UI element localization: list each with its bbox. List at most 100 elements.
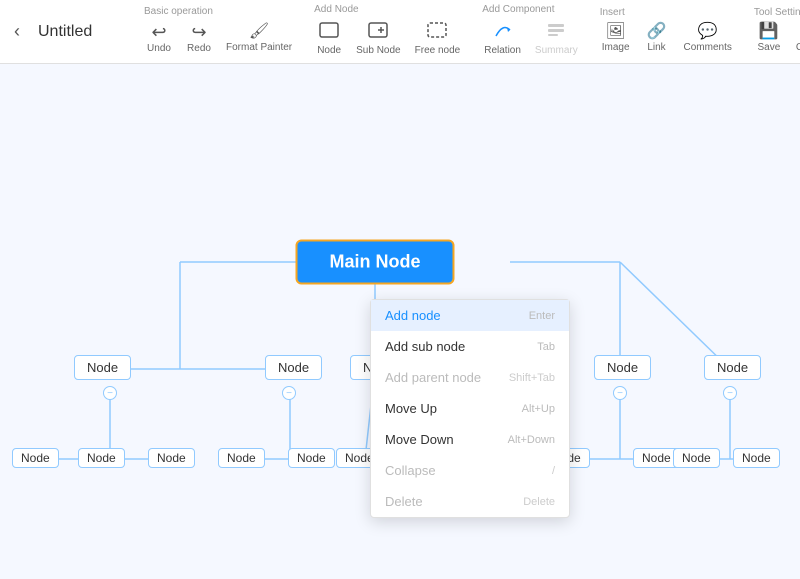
free-node-icon: [427, 21, 447, 43]
context-menu: Add node Enter Add sub node Tab Add pare…: [370, 299, 570, 518]
node-right-1[interactable]: Node: [594, 355, 651, 380]
node-left-2[interactable]: Node: [265, 355, 322, 380]
relation-label: Relation: [484, 45, 521, 56]
comments-label: Comments: [684, 42, 732, 53]
context-menu-add-sub-node[interactable]: Add sub node Tab: [371, 331, 569, 362]
group-basic-operation-label: Basic operation: [140, 6, 213, 17]
toolbar: ‹ Untitled Basic operation ↩ Undo ↪ Redo…: [0, 0, 800, 64]
relation-icon: [493, 21, 513, 43]
node-label: Node: [682, 451, 711, 465]
collapse-dot-1[interactable]: −: [103, 386, 117, 400]
node-label: Node: [227, 451, 256, 465]
undo-button[interactable]: ↩ Undo: [140, 19, 178, 58]
group-tool-settings-label: Tool Settings: [750, 7, 800, 18]
image-button[interactable]: 🖼 Image: [596, 20, 636, 57]
sub-node-icon: [368, 21, 388, 43]
node-ll-3[interactable]: Node: [148, 448, 195, 468]
group-add-node-label: Add Node: [310, 4, 358, 15]
summary-button[interactable]: Summary: [529, 17, 584, 60]
context-menu-collapse-shortcut: /: [552, 465, 555, 477]
collapse-dot-3[interactable]: −: [613, 386, 627, 400]
image-label: Image: [602, 42, 630, 53]
main-node[interactable]: Main Node: [295, 240, 454, 285]
node-label: Node: [642, 451, 671, 465]
node-lm-1[interactable]: Node: [218, 448, 265, 468]
page-title: Untitled: [30, 23, 100, 41]
node-label: Node: [317, 45, 341, 56]
link-icon: 🔗: [647, 24, 667, 40]
node-ll-2[interactable]: Node: [78, 448, 125, 468]
save-label: Save: [757, 42, 780, 53]
collapse-dot-2[interactable]: −: [282, 386, 296, 400]
sub-node-button[interactable]: Sub Node: [350, 17, 406, 60]
format-painter-label: Format Painter: [226, 42, 292, 53]
context-menu-collapse-label: Collapse: [385, 463, 436, 478]
group-insert-label: Insert: [596, 7, 625, 18]
context-menu-delete-label: Delete: [385, 494, 423, 509]
group-insert-items: 🖼 Image 🔗 Link 💬 Comments: [596, 20, 738, 57]
node-fr-sub-1[interactable]: Node: [673, 448, 720, 468]
node-label: Node: [717, 360, 748, 375]
context-menu-move-up[interactable]: Move Up Alt+Up: [371, 393, 569, 424]
node-lm-2[interactable]: Node: [288, 448, 335, 468]
undo-label: Undo: [147, 43, 171, 54]
save-icon: 💾: [759, 24, 779, 40]
node-label: Node: [87, 360, 118, 375]
group-add-node-items: Node Sub Node Free node: [310, 17, 466, 60]
group-add-component-items: Relation Summary: [478, 17, 584, 60]
context-menu-move-down-shortcut: Alt+Down: [508, 434, 555, 446]
group-basic-operation: Basic operation ↩ Undo ↪ Redo 🖌 Format P…: [140, 6, 298, 58]
image-icon: 🖼: [605, 24, 625, 40]
node-ll-1[interactable]: Node: [12, 448, 59, 468]
context-menu-add-sub-node-label: Add sub node: [385, 339, 465, 354]
redo-button[interactable]: ↪ Redo: [180, 19, 218, 58]
context-menu-add-node-label: Add node: [385, 308, 441, 323]
group-add-node: Add Node Node Sub Node Free node: [310, 4, 466, 60]
context-menu-move-up-label: Move Up: [385, 401, 437, 416]
node-label: Node: [297, 451, 326, 465]
context-menu-collapse[interactable]: Collapse /: [371, 455, 569, 486]
context-menu-delete[interactable]: Delete Delete: [371, 486, 569, 517]
node-fr-sub-2[interactable]: Node: [733, 448, 780, 468]
node-label: Node: [742, 451, 771, 465]
toolbar-left: ‹ Untitled: [8, 17, 128, 46]
link-label: Link: [647, 42, 665, 53]
undo-icon: ↩: [151, 23, 166, 41]
context-menu-delete-shortcut: Delete: [523, 496, 555, 508]
free-node-label: Free node: [415, 45, 461, 56]
node-label: Node: [87, 451, 116, 465]
comments-icon: 💬: [698, 24, 718, 40]
format-painter-button[interactable]: 🖌 Format Painter: [220, 20, 298, 57]
summary-label: Summary: [535, 45, 578, 56]
context-menu-add-sub-node-shortcut: Tab: [537, 341, 555, 353]
collapse-label: Collapse: [796, 42, 800, 53]
group-add-component: Add Component Relation Summary: [478, 4, 584, 60]
node-label: Node: [607, 360, 638, 375]
collapse-button[interactable]: ⬆ Collapse: [790, 20, 800, 57]
comments-button[interactable]: 💬 Comments: [678, 20, 738, 57]
canvas[interactable]: Main Node Node − Node − Node Node Node N…: [0, 64, 800, 579]
group-add-component-label: Add Component: [478, 4, 554, 15]
free-node-button[interactable]: Free node: [409, 17, 467, 60]
redo-icon: ↪: [191, 23, 206, 41]
node-label: Node: [157, 451, 186, 465]
redo-label: Redo: [187, 43, 211, 54]
context-menu-add-parent-node[interactable]: Add parent node Shift+Tab: [371, 362, 569, 393]
save-button[interactable]: 💾 Save: [750, 20, 788, 57]
node-far-right[interactable]: Node: [704, 355, 761, 380]
link-button[interactable]: 🔗 Link: [638, 20, 676, 57]
group-tool-settings: Tool Settings 💾 Save ⬆ Collapse: [750, 7, 800, 57]
collapse-dot-4[interactable]: −: [723, 386, 737, 400]
node-label: Node: [21, 451, 50, 465]
node-button[interactable]: Node: [310, 17, 348, 60]
context-menu-add-parent-node-shortcut: Shift+Tab: [509, 372, 555, 384]
back-button[interactable]: ‹: [8, 17, 26, 46]
node-icon: [319, 21, 339, 43]
node-label: Node: [278, 360, 309, 375]
group-tool-settings-items: 💾 Save ⬆ Collapse: [750, 20, 800, 57]
context-menu-add-node[interactable]: Add node Enter: [371, 300, 569, 331]
context-menu-move-down[interactable]: Move Down Alt+Down: [371, 424, 569, 455]
relation-button[interactable]: Relation: [478, 17, 527, 60]
node-left-1[interactable]: Node: [74, 355, 131, 380]
context-menu-move-down-label: Move Down: [385, 432, 454, 447]
